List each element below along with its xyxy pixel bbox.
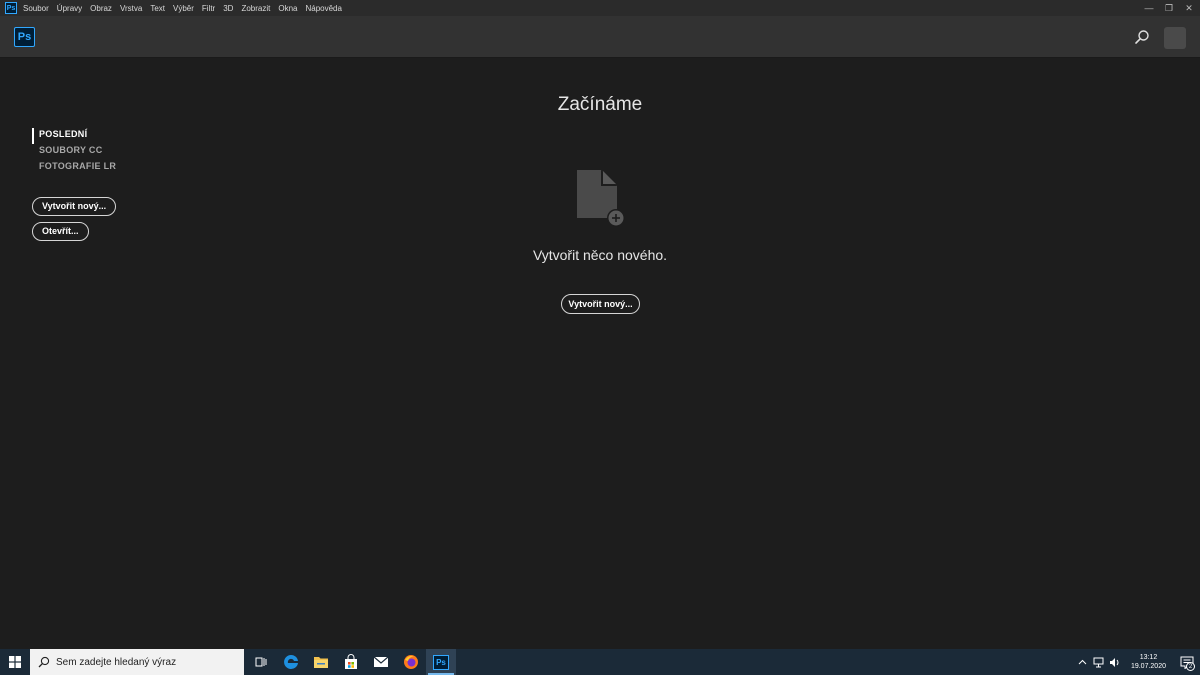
sidebar-item-posledni[interactable]: POSLEDNÍ: [32, 128, 182, 144]
taskbar-search-placeholder: Sem zadejte hledaný výraz: [56, 656, 177, 668]
clock-time: 13:12: [1139, 654, 1158, 661]
menu-soubor[interactable]: Soubor: [23, 4, 49, 13]
sidebar-create-new-button[interactable]: Vytvořit nový...: [32, 197, 117, 216]
sidebar-item-fotografie-lr[interactable]: FOTOGRAFIE LR: [32, 160, 182, 176]
menu-obraz[interactable]: Obraz: [90, 4, 112, 13]
edge-icon[interactable]: [276, 649, 306, 675]
menu-vrstva[interactable]: Vrstva: [120, 4, 142, 13]
windows-icon: [9, 656, 21, 668]
main-create-new-button[interactable]: Vytvořit nový...: [561, 294, 640, 314]
page-title: Začínáme: [557, 94, 643, 115]
sidebar-item-soubory-cc[interactable]: SOUBORY CC: [32, 144, 182, 160]
taskbar-search-box[interactable]: Sem zadejte hledaný výraz: [30, 649, 244, 675]
app-header: Ps: [0, 16, 1200, 58]
clock[interactable]: 13:12 19.07.2020: [1131, 653, 1166, 671]
mail-icon[interactable]: [366, 649, 396, 675]
system-tray: 13:12 19.07.2020 2: [1075, 649, 1200, 675]
chevron-up-icon[interactable]: [1076, 649, 1090, 675]
minimize-button[interactable]: —: [1144, 3, 1154, 13]
photoshop-taskbar-label: Ps: [433, 654, 449, 670]
taskbar-apps: Ps: [246, 649, 456, 675]
photoshop-icon[interactable]: Ps: [426, 649, 456, 675]
main-subtitle: Vytvořit něco nového.: [532, 247, 668, 263]
volume-icon[interactable]: [1108, 649, 1122, 675]
sidebar-open-button[interactable]: Otevřít...: [32, 222, 89, 241]
search-icon: [38, 656, 50, 668]
notification-center-button[interactable]: 2: [1174, 649, 1200, 675]
restore-button[interactable]: ❐: [1164, 3, 1174, 13]
menu-vyber[interactable]: Výběr: [173, 4, 194, 13]
sidebar: POSLEDNÍ SOUBORY CC FOTOGRAFIE LR Vytvoř…: [32, 128, 182, 241]
new-document-icon: [575, 168, 627, 228]
network-icon[interactable]: [1092, 649, 1106, 675]
menu-napoveda[interactable]: Nápověda: [305, 4, 341, 13]
search-icon[interactable]: [1134, 29, 1150, 45]
menu-3d[interactable]: 3D: [223, 4, 233, 13]
store-icon[interactable]: [336, 649, 366, 675]
notification-count-badge: 2: [1186, 662, 1195, 671]
menu-text[interactable]: Text: [150, 4, 165, 13]
firefox-icon[interactable]: [396, 649, 426, 675]
menu-bar: Ps Soubor Úpravy Obraz Vrstva Text Výběr…: [0, 0, 1200, 16]
menu-upravy[interactable]: Úpravy: [57, 4, 82, 13]
task-view-icon[interactable]: [246, 649, 276, 675]
clock-date: 19.07.2020: [1130, 663, 1166, 670]
file-explorer-icon[interactable]: [306, 649, 336, 675]
close-button[interactable]: ✕: [1184, 3, 1194, 13]
menu-okna[interactable]: Okna: [278, 4, 297, 13]
menu-filtr[interactable]: Filtr: [202, 4, 215, 13]
photoshop-logo[interactable]: Ps: [14, 27, 35, 47]
photoshop-app-icon[interactable]: Ps: [5, 2, 17, 14]
window-controls: — ❐ ✕: [1144, 0, 1194, 16]
avatar[interactable]: [1164, 27, 1186, 49]
menu-items: Soubor Úpravy Obraz Vrstva Text Výběr Fi…: [23, 4, 350, 13]
taskbar: Sem zadejte hledaný výraz Ps 13:12 19.07…: [0, 649, 1200, 675]
windows-start-button[interactable]: [0, 649, 30, 675]
menu-zobrazit[interactable]: Zobrazit: [241, 4, 270, 13]
